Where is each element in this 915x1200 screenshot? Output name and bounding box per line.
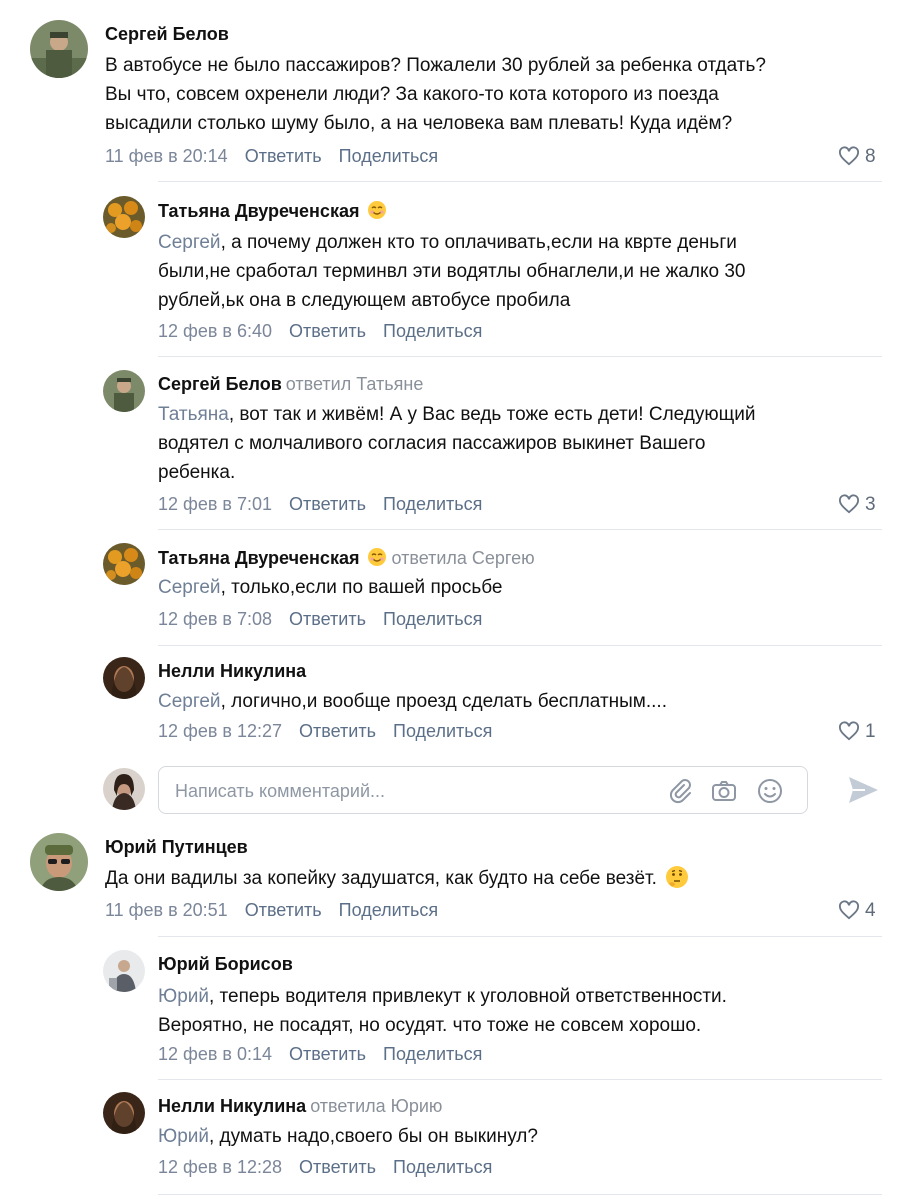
share-button[interactable]: Поделиться [393,721,492,741]
like-button[interactable]: 8 [838,146,876,168]
comment-date[interactable]: 12 фев в 7:08 [158,609,272,629]
reply-button[interactable]: Ответить [289,321,366,341]
divider [158,936,882,937]
comment-meta: 12 фев в 7:08 Ответить Поделиться [158,609,482,630]
share-button[interactable]: Поделиться [339,900,438,920]
avatar[interactable] [30,20,88,78]
heart-icon [839,494,859,514]
heart-icon [839,721,859,741]
comment-meta: 12 фев в 7:01 Ответить Поделиться [158,494,482,515]
comment-meta: 12 фев в 12:28 Ответить Поделиться [158,1157,492,1178]
share-button[interactable]: Поделиться [383,1044,482,1064]
comment-date[interactable]: 12 фев в 0:14 [158,1044,272,1064]
smile-icon[interactable] [756,777,784,805]
addressee-link[interactable]: Сергей [158,691,221,712]
divider [158,645,882,646]
like-button[interactable]: 1 [838,721,876,743]
addressee-link[interactable]: Юрий [158,986,209,1007]
author-name[interactable]: Сергей Белов [105,24,229,45]
thinking-face-icon [665,866,688,888]
comment-text: Юрий, думать надо,своего бы он выкинул? [158,1126,538,1147]
author-name[interactable]: Юрий Путинцев [105,837,248,858]
author-name[interactable]: Нелли Никулина [158,661,306,682]
reply-to-label[interactable]: ответила Сергею [391,548,534,568]
send-icon[interactable] [845,772,881,808]
paperclip-icon[interactable] [666,777,694,805]
comment-text: Сергей, только,если по вашей просьбе [158,577,503,598]
comment-text: Юрий, теперь водителя привлекут к уголов… [158,986,727,1036]
comment-input-box [158,766,808,815]
share-button[interactable]: Поделиться [383,494,482,514]
comment-text: Сергей, а почему должен кто то оплачиват… [158,232,746,311]
share-button[interactable]: Поделиться [393,1157,492,1177]
like-count: 8 [865,146,876,167]
like-count: 1 [865,721,876,742]
reply-button[interactable]: Ответить [289,1044,366,1064]
smiling-face-icon [368,201,387,219]
addressee-link[interactable]: Сергей [158,232,221,253]
comment-text: В автобусе не было пассажиров? Пожалели … [105,55,766,134]
avatar[interactable] [103,657,145,699]
comment-text: Татьяна, вот так и живём! А у Вас ведь т… [158,404,756,483]
reply-button[interactable]: Ответить [289,494,366,514]
addressee-link[interactable]: Сергей [158,577,221,598]
divider [158,529,882,530]
like-button[interactable]: 3 [838,494,876,516]
avatar[interactable] [103,196,145,238]
comment-text: Да они вадилы за копейку задушатся, как … [105,864,689,893]
avatar[interactable] [103,950,145,992]
smiling-face-icon [368,548,387,566]
reply-to-label[interactable]: ответила Юрию [310,1096,442,1116]
reply-button[interactable]: Ответить [245,146,322,166]
divider [158,181,882,182]
author-link[interactable]: Татьяна Двуреченская [158,548,359,568]
divider [158,1194,882,1195]
share-button[interactable]: Поделиться [383,321,482,341]
reply-to-label[interactable]: ответил Татьяне [286,374,424,394]
like-button[interactable]: 4 [838,900,876,922]
divider [158,1079,882,1080]
reply-button[interactable]: Ответить [289,609,366,629]
addressee-link[interactable]: Юрий [158,1126,209,1147]
share-button[interactable]: Поделиться [383,609,482,629]
comment-date[interactable]: 11 фев в 20:51 [105,900,228,920]
divider [158,356,882,357]
avatar[interactable] [103,370,145,412]
like-count: 3 [865,494,876,515]
comment-date[interactable]: 12 фев в 12:28 [158,1157,282,1177]
heart-icon [839,900,859,920]
reply-button[interactable]: Ответить [245,900,322,920]
comment-meta: 11 фев в 20:14 Ответить Поделиться [105,146,438,167]
reply-button[interactable]: Ответить [299,1157,376,1177]
comment-text: Сергей, логично,и вообще проезд сделать … [158,691,667,712]
author-name: Татьяна Двуреченская [158,200,387,222]
reply-button[interactable]: Ответить [299,721,376,741]
comment-input[interactable] [173,767,647,815]
camera-icon[interactable] [710,777,738,805]
addressee-link[interactable]: Татьяна [158,404,229,425]
comment-date[interactable]: 12 фев в 7:01 [158,494,272,514]
comment-date[interactable]: 11 фев в 20:14 [105,146,228,166]
comment-meta: 12 фев в 6:40 Ответить Поделиться [158,321,482,342]
avatar[interactable] [103,1092,145,1134]
share-button[interactable]: Поделиться [339,146,438,166]
current-user-avatar[interactable] [103,768,145,810]
comment-date[interactable]: 12 фев в 12:27 [158,721,282,741]
avatar[interactable] [30,833,88,891]
author-name[interactable]: Юрий Борисов [158,954,293,975]
author-name: Сергей Белов ответил Татьяне [158,374,423,395]
author-link[interactable]: Сергей Белов [158,374,282,394]
comment-meta: 11 фев в 20:51 Ответить Поделиться [105,900,438,921]
author-name: Татьяна Двуреченская ответила Сергею [158,547,535,569]
author-name: Нелли Никулина ответила Юрию [158,1096,442,1117]
author-link[interactable]: Татьяна Двуреченская [158,201,359,221]
author-link[interactable]: Нелли Никулина [158,1096,306,1116]
comment-meta: 12 фев в 12:27 Ответить Поделиться [158,721,492,742]
avatar[interactable] [103,543,145,585]
heart-icon [839,146,859,166]
like-count: 4 [865,900,876,921]
comment-date[interactable]: 12 фев в 6:40 [158,321,272,341]
comment-meta: 12 фев в 0:14 Ответить Поделиться [158,1044,482,1065]
